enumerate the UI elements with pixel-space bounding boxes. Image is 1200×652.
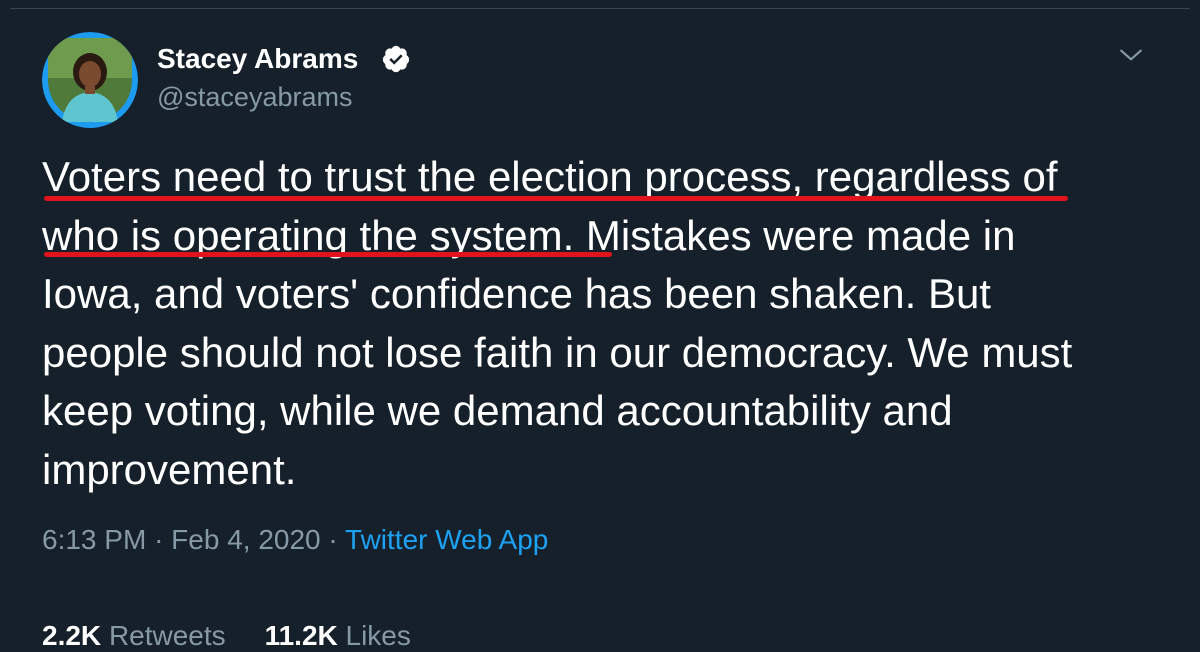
- retweets-stat[interactable]: 2.2K Retweets: [42, 620, 226, 651]
- tweet-text-line: improvement.: [42, 445, 297, 493]
- avatar-image: [42, 32, 138, 128]
- likes-count: 11.2K: [264, 620, 338, 651]
- highlight-underline: [44, 196, 1068, 201]
- avatar[interactable]: [42, 32, 138, 128]
- verified-badge-icon: [382, 45, 410, 73]
- author-handle[interactable]: @staceyabrams: [157, 82, 352, 113]
- likes-label: Likes: [345, 620, 411, 651]
- retweets-count: 2.2K: [42, 620, 102, 651]
- tweet-text-line: people should not lose faith in our demo…: [42, 328, 1073, 376]
- tweet-text-line: Iowa, and voters' confidence has been sh…: [42, 270, 991, 317]
- meta-separator: ·: [328, 524, 338, 555]
- divider: [10, 8, 1190, 9]
- highlight-underline: [44, 252, 612, 257]
- chevron-down-icon[interactable]: [1118, 42, 1144, 68]
- tweet-meta: 6:13 PM · Feb 4, 2020 · Twitter Web App: [42, 524, 548, 556]
- tweet-text-line: keep voting, while we demand accountabil…: [42, 387, 953, 434]
- meta-separator: ·: [154, 524, 164, 555]
- author-name[interactable]: Stacey Abrams: [157, 43, 358, 75]
- tweet-stats: 2.2K Retweets 11.2K Likes: [42, 620, 411, 652]
- tweet-card: Stacey Abrams @staceyabrams Voters need …: [0, 0, 1200, 651]
- tweet-date[interactable]: Feb 4, 2020: [171, 524, 320, 555]
- tweet-source-link[interactable]: Twitter Web App: [345, 524, 548, 555]
- likes-stat[interactable]: 11.2K Likes: [265, 620, 411, 651]
- tweet-time[interactable]: 6:13 PM: [42, 524, 146, 555]
- retweets-label: Retweets: [108, 620, 226, 651]
